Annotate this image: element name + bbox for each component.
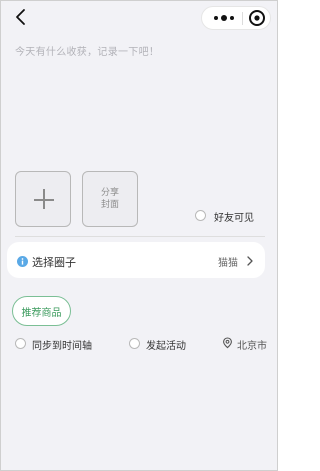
app-frame: 今天有什么收获，记录一下吧！ 分享 封面 好友可见 选择圈子 猫猫 推荐商品 同… xyxy=(0,0,278,471)
select-circle-label: 选择圈子 xyxy=(32,256,76,269)
friends-visible-label: 好友可见 xyxy=(214,213,254,224)
location-pin-icon xyxy=(223,337,232,349)
location-selector[interactable]: 北京市 xyxy=(222,335,272,352)
divider xyxy=(15,236,265,237)
back-button[interactable] xyxy=(13,7,31,27)
sync-timeline-option[interactable]: 同步到时间轴 xyxy=(15,335,105,352)
sync-timeline-radio[interactable] xyxy=(15,338,26,349)
sync-timeline-label: 同步到时间轴 xyxy=(32,341,92,352)
mini-program-capsule xyxy=(201,6,271,30)
share-cover-button[interactable]: 分享 封面 xyxy=(82,171,138,227)
recommend-product-label: 推荐商品 xyxy=(21,307,62,319)
post-content-placeholder: 今天有什么收获，记录一下吧！ xyxy=(15,47,160,58)
plus-icon-bar xyxy=(34,199,54,201)
share-cover-label-2: 封面 xyxy=(100,200,119,210)
post-content-input[interactable]: 今天有什么收获，记录一下吧！ xyxy=(15,43,265,153)
add-media-button[interactable] xyxy=(15,171,71,227)
start-activity-radio[interactable] xyxy=(129,338,140,349)
start-activity-label: 发起活动 xyxy=(146,341,186,352)
more-dots-icon xyxy=(214,16,218,20)
target-circle-icon xyxy=(249,10,265,26)
location-label: 北京市 xyxy=(237,341,267,352)
friends-visible-toggle[interactable]: 好友可见 xyxy=(195,207,265,224)
selected-circle-value: 猫猫 xyxy=(218,258,238,269)
more-button[interactable] xyxy=(209,7,239,29)
recommend-product-button[interactable]: 推荐商品 xyxy=(12,296,71,326)
friends-visible-radio[interactable] xyxy=(195,210,206,221)
chevron-left-icon xyxy=(16,9,25,25)
start-activity-option[interactable]: 发起活动 xyxy=(129,335,195,352)
chevron-right-icon xyxy=(247,256,253,266)
close-button[interactable] xyxy=(248,9,266,27)
info-icon xyxy=(17,256,28,267)
select-circle-row[interactable]: 选择圈子 猫猫 xyxy=(7,242,265,278)
share-cover-label-1: 分享 xyxy=(100,188,119,198)
capsule-divider xyxy=(242,12,243,25)
